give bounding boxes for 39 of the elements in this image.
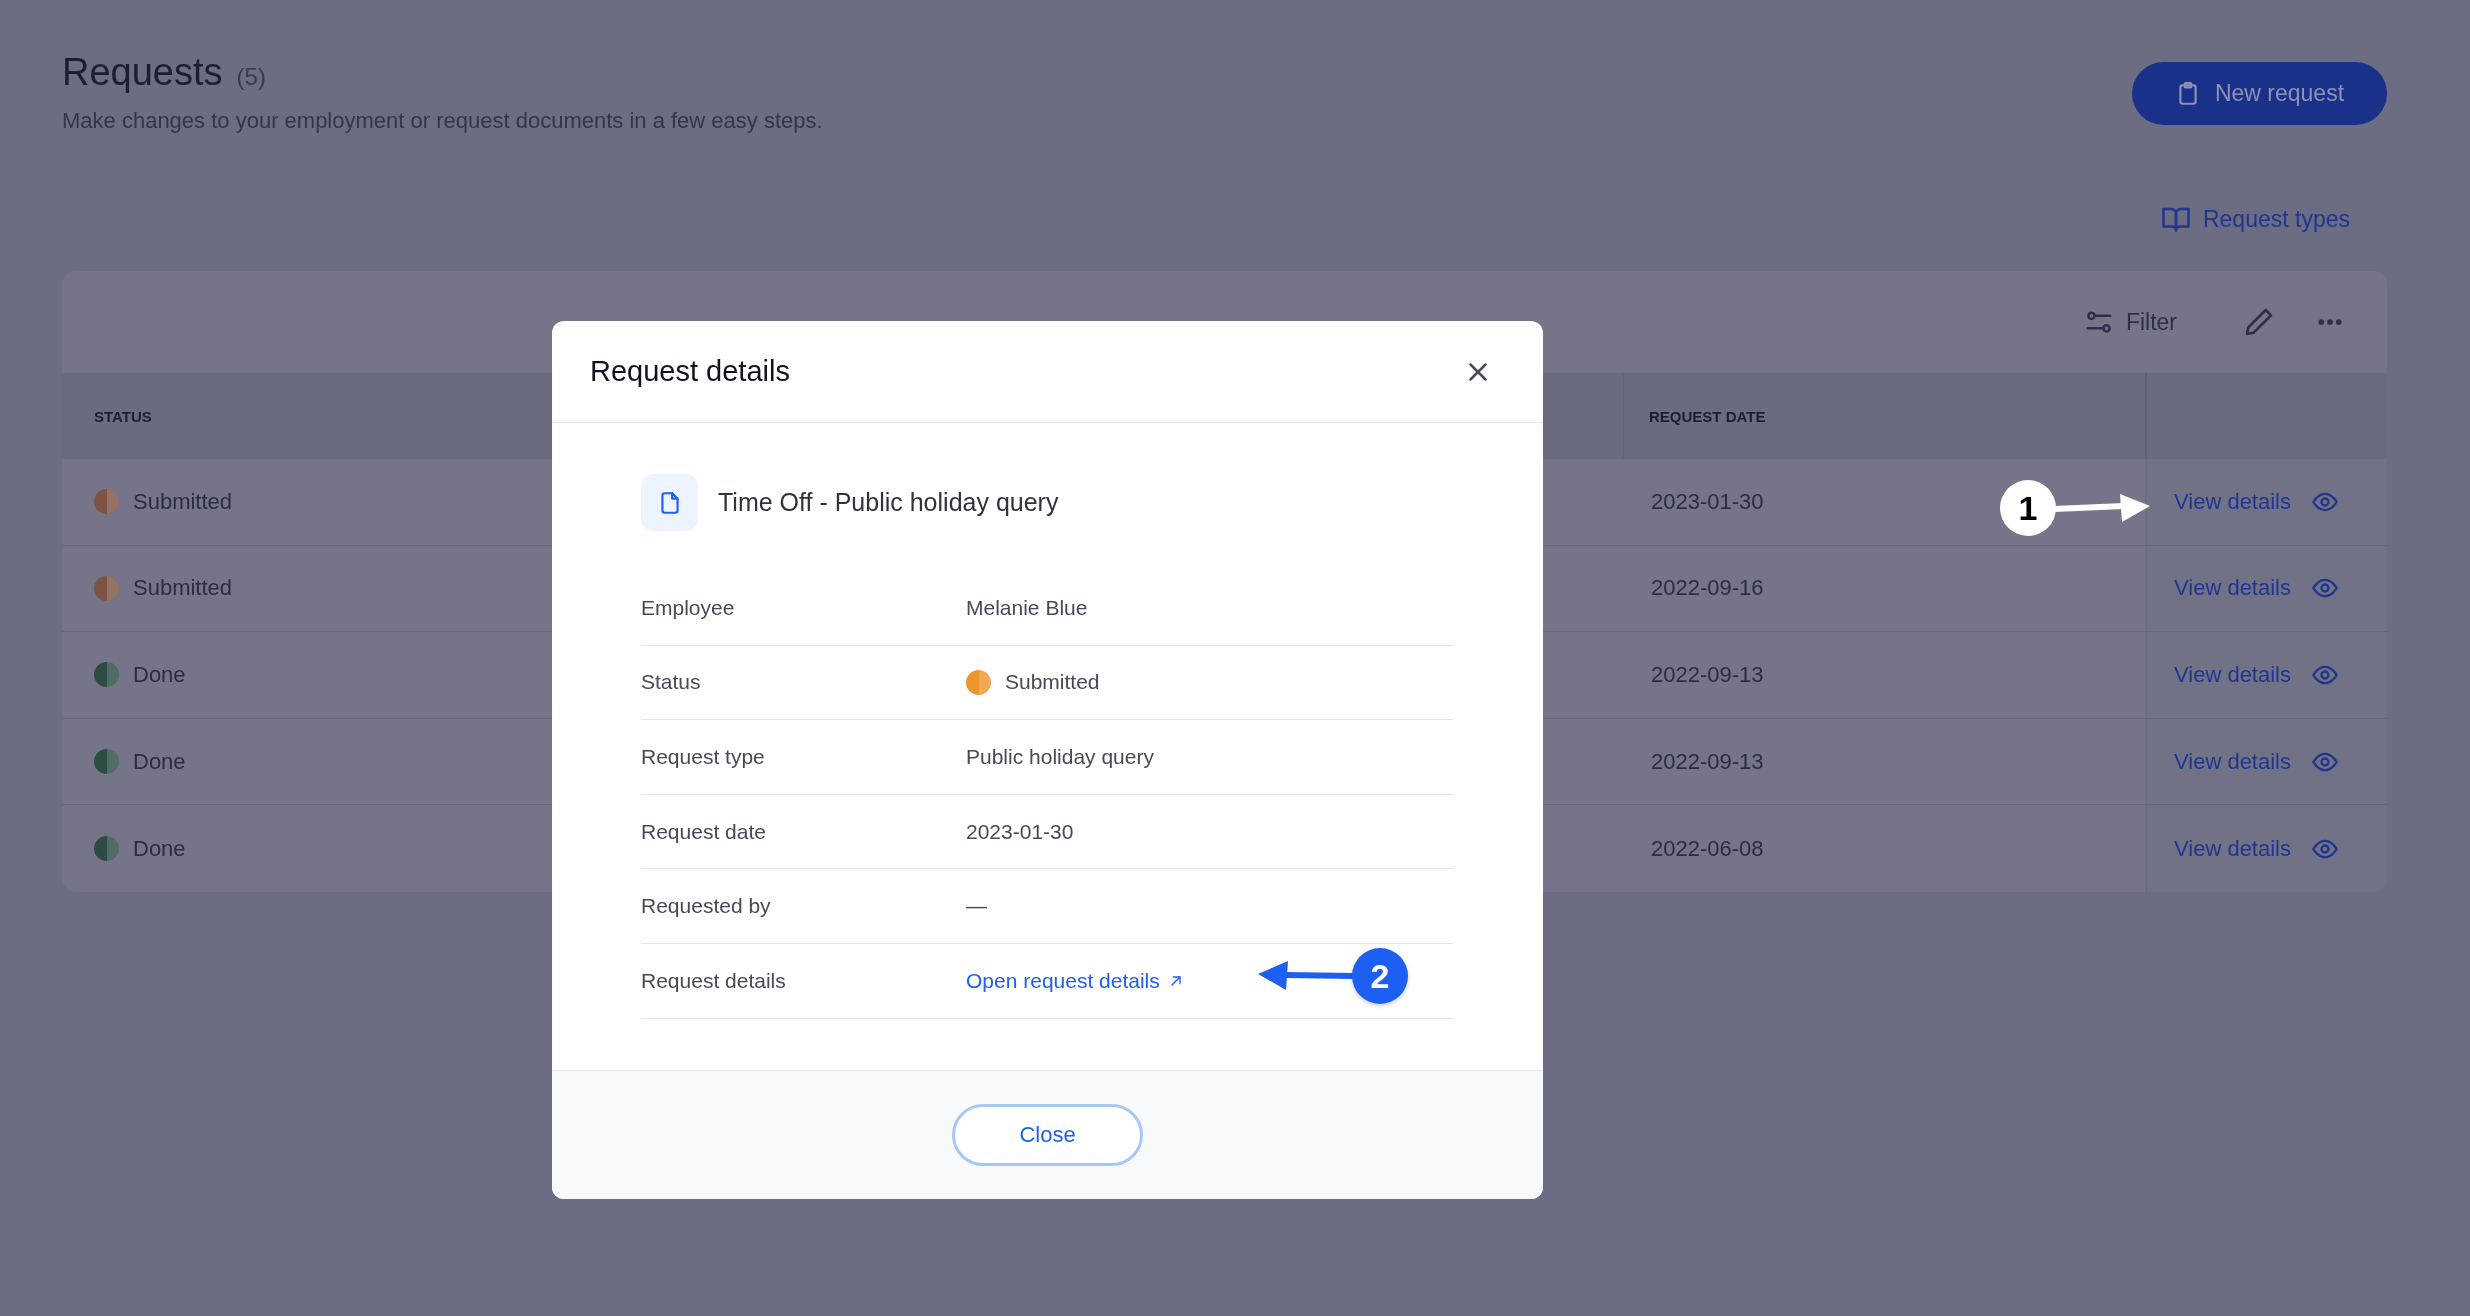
date-text: 2022-09-16 [1651,575,1764,602]
field-label: Requested by [641,894,772,919]
view-details-link[interactable]: View details [2174,747,2339,776]
field-value: 2023-01-30 [966,819,1074,844]
date-text: 2022-06-08 [1651,835,1764,862]
column-header: REQUEST DATE [1649,407,1766,425]
view-details-link[interactable]: View details [2174,834,2339,863]
request-types-link[interactable]: Request types [2160,199,2350,239]
field-label: Request type [641,745,766,769]
page-title: Requests [62,50,223,95]
field-value: — [966,894,987,919]
field-value: Submitted [1005,670,1100,695]
column-header: STATUS [94,407,152,425]
view-details-link[interactable]: View details [2174,487,2339,516]
view-details-link[interactable]: View details [2174,661,2339,689]
request-heading: Time Off - Public holiday query [718,488,1059,517]
field-label: Employee [641,595,736,620]
field-label: Request date [641,819,767,844]
status-text: Done [133,835,186,862]
document-icon [641,474,698,531]
page-subtitle: Make changes to your employment or request documents in a few easy steps. [62,107,823,135]
close-button[interactable]: Close [952,1103,1143,1166]
status-text: Submitted [133,488,233,515]
field-value: Public holiday query [966,745,1154,769]
date-text: 2022-09-13 [1651,748,1764,775]
date-text: 2023-01-30 [1651,488,1764,515]
open-details-link[interactable]: Open request details [966,968,1184,993]
status-text: Submitted [133,575,233,602]
date-text: 2022-09-13 [1651,662,1764,688]
status-text: Done [133,662,186,688]
field-label: Request details [641,968,787,993]
new-request-button[interactable]: New request [2132,62,2387,125]
filter-button[interactable]: Filter [2077,306,2183,338]
field-value: Melanie Blue [966,595,1088,620]
edit-icon[interactable] [2243,306,2275,338]
status-text: Done [133,748,186,775]
field-label: Status [641,670,702,695]
dialog-title: Request details [590,355,790,388]
view-details-link[interactable]: View details [2174,574,2339,603]
